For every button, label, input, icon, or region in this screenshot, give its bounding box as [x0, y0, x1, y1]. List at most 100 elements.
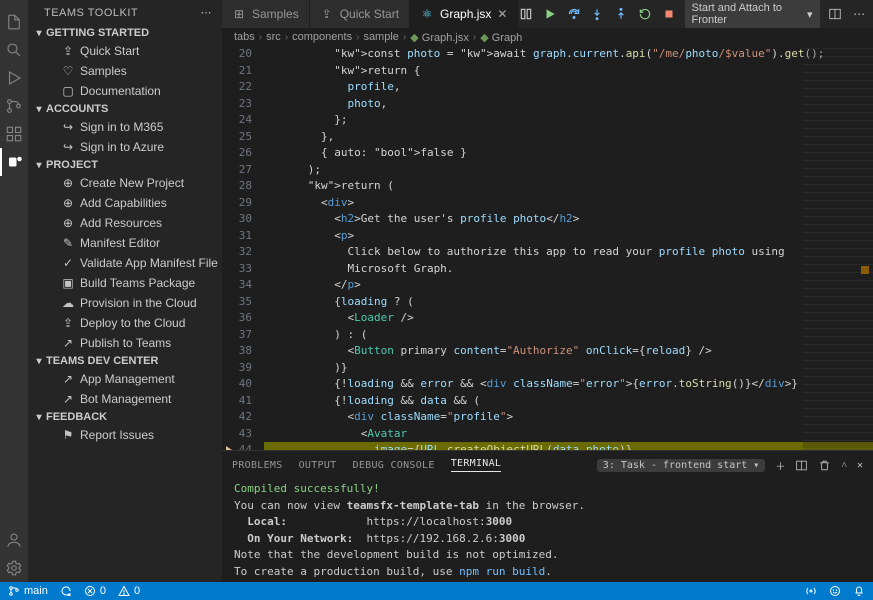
editor-tab[interactable]: ⊞Samples	[222, 0, 310, 28]
chevron-down-icon: ▾	[32, 28, 46, 39]
sidebar-item[interactable]: ▣Build Teams Package	[28, 273, 222, 293]
breadcrumb-item[interactable]: components	[292, 31, 352, 43]
breakpoint-indicator[interactable]	[224, 445, 234, 451]
section-header[interactable]: ▾FEEDBACK	[28, 409, 222, 425]
sidebar-item[interactable]: ⊕Add Resources	[28, 213, 222, 233]
breadcrumb-item[interactable]: ◆ Graph	[480, 31, 522, 44]
breadcrumb-item[interactable]: sample	[363, 31, 398, 43]
code-editor[interactable]: 2021222324252627282930313233343536373839…	[222, 46, 873, 450]
close-tab-icon[interactable]: ✕	[497, 7, 507, 21]
sidebar-item[interactable]: ☁Provision in the Cloud	[28, 293, 222, 313]
section-label: TEAMS DEV CENTER	[46, 355, 158, 367]
restart-icon[interactable]	[637, 5, 653, 23]
new-terminal-icon[interactable]: ＋	[775, 458, 785, 473]
status-branch[interactable]: main	[8, 585, 48, 597]
status-bell[interactable]	[853, 585, 865, 597]
editor-tab[interactable]: ⚛Graph.jsx✕	[410, 0, 518, 28]
status-feedback[interactable]	[829, 585, 841, 597]
sidebar-item[interactable]: ↪Sign in to M365	[28, 117, 222, 137]
sidebar-item[interactable]: ⚑Report Issues	[28, 425, 222, 445]
files-icon[interactable]	[0, 8, 28, 36]
sidebar-item[interactable]: ⇪Quick Start	[28, 41, 222, 61]
section-header[interactable]: ▾ACCOUNTS	[28, 101, 222, 117]
rocket-icon: ⇪	[60, 43, 76, 59]
code-line: { auto: "bool">false }	[264, 145, 873, 162]
sidebar-item[interactable]: ↗App Management	[28, 369, 222, 389]
run-debug-icon[interactable]	[0, 64, 28, 92]
panel-tab-output[interactable]: OUTPUT	[299, 460, 337, 471]
status-broadcast[interactable]	[805, 585, 817, 597]
breadcrumb-separator: ›	[403, 32, 406, 43]
line-number: 33	[222, 261, 264, 278]
panel: PROBLEMS OUTPUT DEBUG CONSOLE TERMINAL 3…	[222, 450, 873, 582]
breadcrumb-item[interactable]: ◆ Graph.jsx	[410, 31, 469, 44]
grid-icon: ⊞	[232, 7, 246, 21]
sidebar-more-icon[interactable]: ⋯	[201, 6, 213, 19]
sidebar-item[interactable]: ⇪Deploy to the Cloud	[28, 313, 222, 333]
run-start-icon[interactable]	[542, 5, 558, 23]
trash-icon[interactable]	[818, 459, 831, 472]
publish-icon: ↗	[60, 335, 76, 351]
run-config-icon[interactable]	[518, 5, 534, 23]
terminal-line: Local: https://localhost:3000	[234, 514, 861, 531]
breadcrumbs[interactable]: tabs›src›components›sample›◆ Graph.jsx›◆…	[222, 28, 873, 46]
terminal-task-select[interactable]: 3: Task - frontend start ▾	[597, 459, 766, 472]
source-control-icon[interactable]	[0, 92, 28, 120]
editor-tab[interactable]: ⇪Quick Start	[310, 0, 410, 28]
code-line: <Button primary content="Authorize" onCl…	[264, 343, 873, 360]
sidebar-item[interactable]: ↗Publish to Teams	[28, 333, 222, 353]
sidebar-item[interactable]: ✎Manifest Editor	[28, 233, 222, 253]
section-header[interactable]: ▾TEAMS DEV CENTER	[28, 353, 222, 369]
breadcrumb-item[interactable]: src	[266, 31, 281, 43]
launch-config-select[interactable]: Start and Attach to Fronter ▾	[685, 0, 820, 29]
teams-toolkit-icon[interactable]	[0, 148, 28, 176]
panel-tab-terminal[interactable]: TERMINAL	[451, 458, 502, 472]
stop-icon[interactable]	[661, 5, 677, 23]
line-number: 35	[222, 294, 264, 311]
search-icon[interactable]	[0, 36, 28, 64]
package-icon: ▣	[60, 275, 76, 291]
split-terminal-icon[interactable]	[795, 459, 808, 472]
code-line: );	[264, 162, 873, 179]
sidebar-item[interactable]: ⊕Create New Project	[28, 173, 222, 193]
section-header[interactable]: ▾PROJECT	[28, 157, 222, 173]
cloud-icon: ☁	[60, 295, 76, 311]
step-into-icon[interactable]	[590, 5, 606, 23]
sidebar-item[interactable]: ▢Documentation	[28, 81, 222, 101]
more-actions-icon[interactable]: ⋯	[851, 5, 867, 23]
sidebar-item[interactable]: ✓Validate App Manifest File	[28, 253, 222, 273]
section-header[interactable]: ▾GETTING STARTED	[28, 25, 222, 41]
line-number: 43	[222, 426, 264, 443]
terminal-line: You can now view teamsfx-template-tab in…	[234, 498, 861, 515]
account-icon[interactable]	[0, 526, 28, 554]
breadcrumb-separator: ›	[259, 32, 262, 43]
sidebar-item[interactable]: ↪Sign in to Azure	[28, 137, 222, 157]
settings-icon[interactable]	[0, 554, 28, 582]
link-icon: ↗	[60, 371, 76, 387]
code-line: )}	[264, 360, 873, 377]
status-warnings[interactable]: 0	[118, 585, 140, 597]
sidebar-item[interactable]: ⊕Add Capabilities	[28, 193, 222, 213]
panel-tab-problems[interactable]: PROBLEMS	[232, 460, 283, 471]
breadcrumb-item[interactable]: tabs	[234, 31, 255, 43]
step-over-icon[interactable]	[566, 5, 582, 23]
step-out-icon[interactable]	[613, 5, 629, 23]
code-line: <Loader />	[264, 310, 873, 327]
folder-icon: ♡	[60, 63, 76, 79]
code-line: profile,	[264, 79, 873, 96]
close-panel-icon[interactable]: ✕	[857, 460, 863, 471]
panel-tab-debug[interactable]: DEBUG CONSOLE	[353, 460, 435, 471]
terminal-body[interactable]: Compiled successfully!You can now view t…	[222, 479, 873, 582]
line-number: 24	[222, 112, 264, 129]
sidebar-item[interactable]: ♡Samples	[28, 61, 222, 81]
terminal-line: Note that the development build is not o…	[234, 547, 861, 564]
maximize-panel-icon[interactable]: ˄	[841, 460, 847, 471]
status-errors[interactable]: 0	[84, 585, 106, 597]
status-sync[interactable]	[60, 585, 72, 597]
code-line: ) : (	[264, 327, 873, 344]
split-editor-icon[interactable]	[828, 5, 844, 23]
sidebar-item[interactable]: ↗Bot Management	[28, 389, 222, 409]
line-number: 23	[222, 96, 264, 113]
line-number: 28	[222, 178, 264, 195]
extensions-icon[interactable]	[0, 120, 28, 148]
